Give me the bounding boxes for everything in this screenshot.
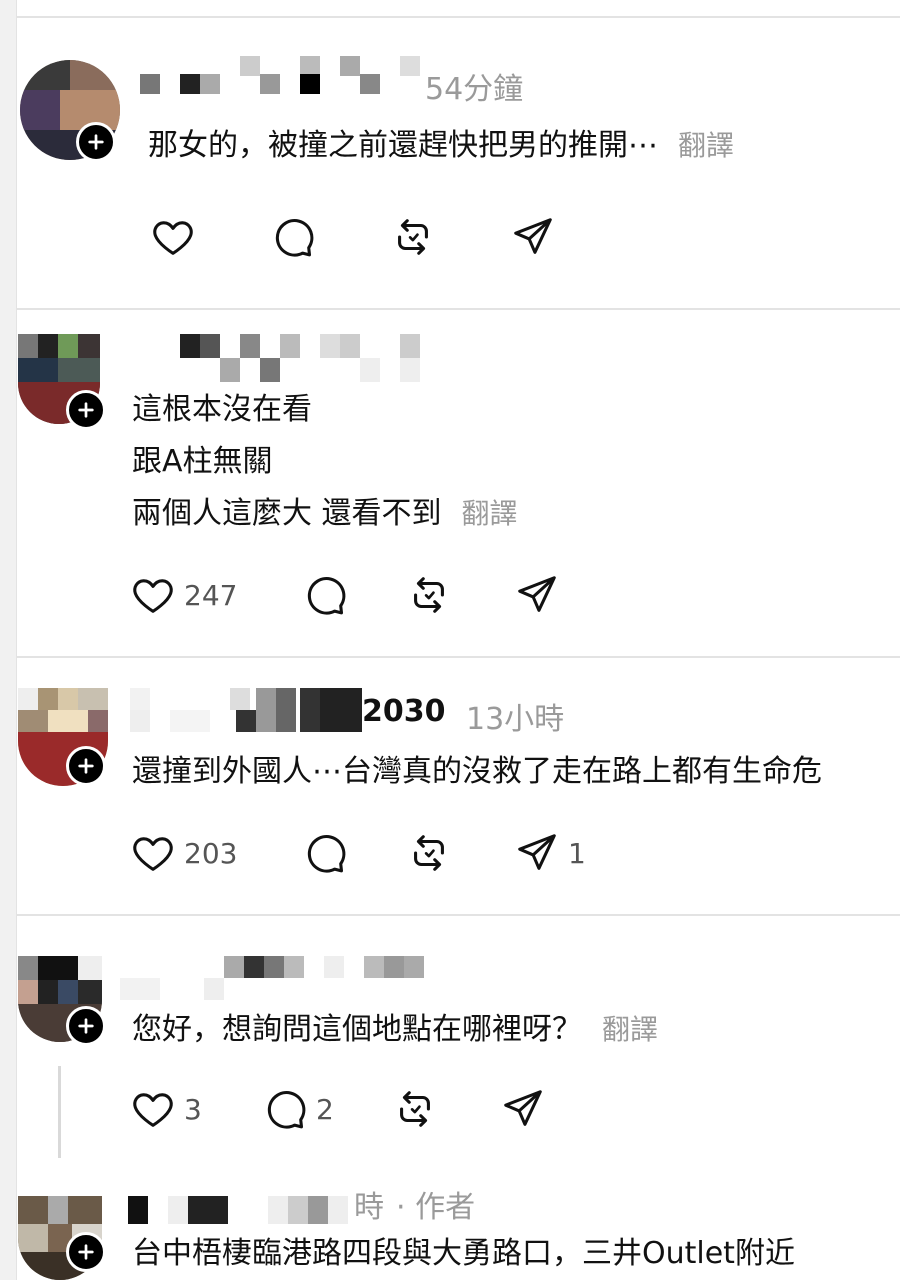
repost-button[interactable]	[390, 214, 436, 260]
follow-plus-icon[interactable]	[66, 390, 106, 430]
comment-line: 這根本沒在看	[132, 392, 312, 427]
send-icon	[504, 1090, 542, 1126]
share-button[interactable]	[500, 1086, 546, 1132]
like-count: 247	[184, 578, 238, 612]
send-icon	[518, 834, 556, 870]
comment-item: 這根本沒在看 跟A柱無關 兩個人這麼大 還看不到 翻譯 247	[0, 310, 900, 656]
username-redacted[interactable]	[120, 956, 430, 1002]
reply-thread-line	[58, 1066, 61, 1158]
comment-line: 台中梧棲臨港路四段與大勇路口，三井Outlet附近	[132, 1236, 795, 1271]
heart-icon	[153, 221, 193, 255]
comment-line: 您好，想詢問這個地點在哪裡呀？	[132, 1012, 582, 1047]
translate-link[interactable]: 翻譯	[462, 497, 518, 530]
follow-plus-icon[interactable]	[66, 746, 106, 786]
reply-button[interactable]	[302, 830, 348, 876]
username-suffix[interactable]: 2030	[362, 694, 446, 729]
reply-button[interactable]: 2	[262, 1086, 334, 1132]
like-button[interactable]: 3	[130, 1086, 202, 1132]
send-icon	[514, 218, 552, 254]
repost-icon	[400, 1091, 430, 1127]
comment-icon	[307, 577, 346, 615]
reply-button[interactable]	[270, 214, 316, 260]
comment-line: 那女的，被撞之前還趕快把男的推開⋯	[148, 128, 658, 163]
reply-button[interactable]	[302, 572, 348, 618]
username-redacted[interactable]	[128, 1196, 354, 1226]
comment-text: 還撞到外國人⋯台灣真的沒救了走在路上都有生命危	[132, 746, 822, 798]
repost-button[interactable]	[406, 572, 452, 618]
like-button[interactable]	[150, 214, 196, 260]
translate-link[interactable]: 翻譯	[678, 129, 734, 162]
reply-count: 2	[316, 1092, 334, 1126]
repost-button[interactable]	[392, 1086, 438, 1132]
like-button[interactable]: 203	[130, 830, 237, 876]
username-redacted[interactable]	[140, 56, 440, 98]
comment-line: 跟A柱無關	[132, 444, 273, 479]
comment-item: 時 · 作者 台中梧棲臨港路四段與大勇路口，三井Outlet附近	[0, 1168, 900, 1280]
comment-text: 您好，想詢問這個地點在哪裡呀？ 翻譯	[132, 1004, 658, 1056]
comment-icon	[307, 835, 346, 873]
comment-item: 您好，想詢問這個地點在哪裡呀？ 翻譯 3 2	[0, 916, 900, 1166]
follow-plus-icon[interactable]	[66, 1232, 106, 1272]
comment-icon	[267, 1091, 306, 1129]
username-redacted[interactable]	[130, 688, 362, 734]
repost-button[interactable]	[406, 830, 452, 876]
comment-item: 54分鐘 那女的，被撞之前還趕快把男的推開⋯ 翻譯	[0, 0, 900, 308]
author-tag: · 作者	[396, 1190, 476, 1225]
comment-timestamp: 13小時	[466, 702, 565, 737]
comment-icon	[275, 219, 314, 257]
share-count: 1	[568, 836, 586, 870]
comment-line: 還撞到外國人⋯台灣真的沒救了走在路上都有生命危	[132, 754, 822, 789]
comment-timestamp: 時	[354, 1190, 384, 1225]
comment-timestamp: 54分鐘	[425, 72, 524, 107]
comment-text: 台中梧棲臨港路四段與大勇路口，三井Outlet附近	[132, 1228, 795, 1280]
comment-text: 這根本沒在看 跟A柱無關 兩個人這麼大 還看不到 翻譯	[132, 384, 518, 540]
follow-plus-icon[interactable]	[66, 1006, 106, 1046]
heart-icon	[133, 579, 173, 613]
like-count: 203	[184, 836, 238, 870]
repost-icon	[414, 835, 444, 871]
comment-line: 兩個人這麼大 還看不到	[132, 496, 442, 531]
comment-text: 那女的，被撞之前還趕快把男的推開⋯ 翻譯	[148, 120, 734, 172]
heart-icon	[133, 1093, 173, 1127]
like-button[interactable]: 247	[130, 572, 237, 618]
repost-icon	[398, 219, 428, 255]
heart-icon	[133, 837, 173, 871]
like-count: 3	[184, 1092, 202, 1126]
comment-item: 2030 13小時 還撞到外國人⋯台灣真的沒救了走在路上都有生命危 203 1	[0, 658, 900, 914]
repost-icon	[414, 577, 444, 613]
share-button[interactable]	[514, 572, 560, 618]
username-redacted[interactable]	[160, 334, 430, 384]
translate-link[interactable]: 翻譯	[602, 1013, 658, 1046]
share-button[interactable]	[510, 214, 556, 260]
share-button[interactable]: 1	[514, 830, 586, 876]
follow-plus-icon[interactable]	[76, 122, 116, 162]
send-icon	[518, 576, 556, 612]
